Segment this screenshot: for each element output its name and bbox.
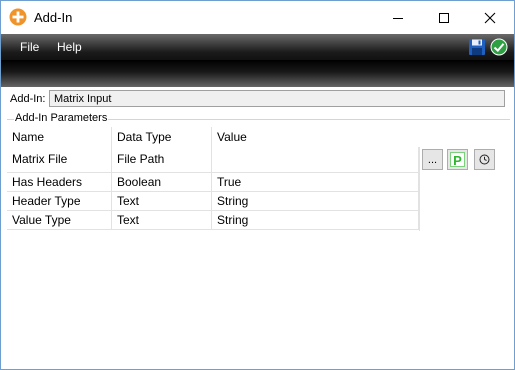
grid-border — [419, 147, 420, 231]
add-icon — [9, 8, 27, 26]
browse-button[interactable]: ... — [422, 149, 443, 170]
minimize-icon — [393, 17, 403, 19]
save-icon[interactable] — [468, 38, 486, 56]
p-icon: P — [450, 152, 465, 168]
table-row[interactable]: Has Headers Boolean True — [7, 173, 419, 192]
maximize-button[interactable] — [421, 1, 467, 34]
parameters-group-title: Add-In Parameters — [14, 112, 109, 124]
menu-file[interactable]: File — [20, 40, 39, 54]
menu-help[interactable]: Help — [57, 40, 82, 54]
title-bar: Add-In — [1, 1, 514, 34]
param-value-cell[interactable]: String — [212, 192, 419, 210]
clock-button[interactable] — [474, 149, 495, 170]
minimize-button[interactable] — [375, 1, 421, 34]
addin-label: Add-In: — [10, 93, 46, 105]
add-in-window: Add-In File Help Add-In: Matrix Input Ad… — [0, 0, 515, 370]
table-row[interactable]: Matrix File File Path — [7, 147, 419, 173]
maximize-icon — [439, 12, 449, 23]
param-value-cell[interactable]: True — [212, 173, 419, 191]
window-title: Add-In — [34, 10, 73, 25]
close-icon — [484, 12, 496, 23]
param-value-cell[interactable]: String — [212, 211, 419, 229]
close-button[interactable] — [467, 1, 513, 34]
param-name-cell: Value Type — [7, 211, 112, 229]
param-type-cell: Text — [112, 211, 212, 229]
grid-header: Name Data Type Value — [7, 127, 419, 147]
param-type-cell: File Path — [112, 147, 212, 172]
check-circle-icon[interactable] — [490, 38, 508, 56]
parameter-button[interactable]: P — [447, 149, 468, 170]
menu-bar: File Help — [1, 34, 514, 60]
param-name-cell: Has Headers — [7, 173, 112, 191]
clock-icon — [479, 154, 490, 165]
parameters-grid: Name Data Type Value Matrix File File Pa… — [7, 127, 420, 231]
param-name-cell: Matrix File — [7, 147, 112, 172]
column-header-name[interactable]: Name — [7, 127, 112, 147]
toolbar-strip — [1, 60, 514, 87]
column-header-data-type[interactable]: Data Type — [112, 127, 212, 147]
param-name-cell: Header Type — [7, 192, 112, 210]
table-row[interactable]: Header Type Text String — [7, 192, 419, 211]
param-type-cell: Boolean — [112, 173, 212, 191]
param-type-cell: Text — [112, 192, 212, 210]
table-row[interactable]: Value Type Text String — [7, 211, 419, 230]
column-header-value[interactable]: Value — [212, 127, 419, 147]
addin-name-field[interactable]: Matrix Input — [49, 90, 505, 107]
param-value-cell[interactable] — [212, 147, 419, 172]
